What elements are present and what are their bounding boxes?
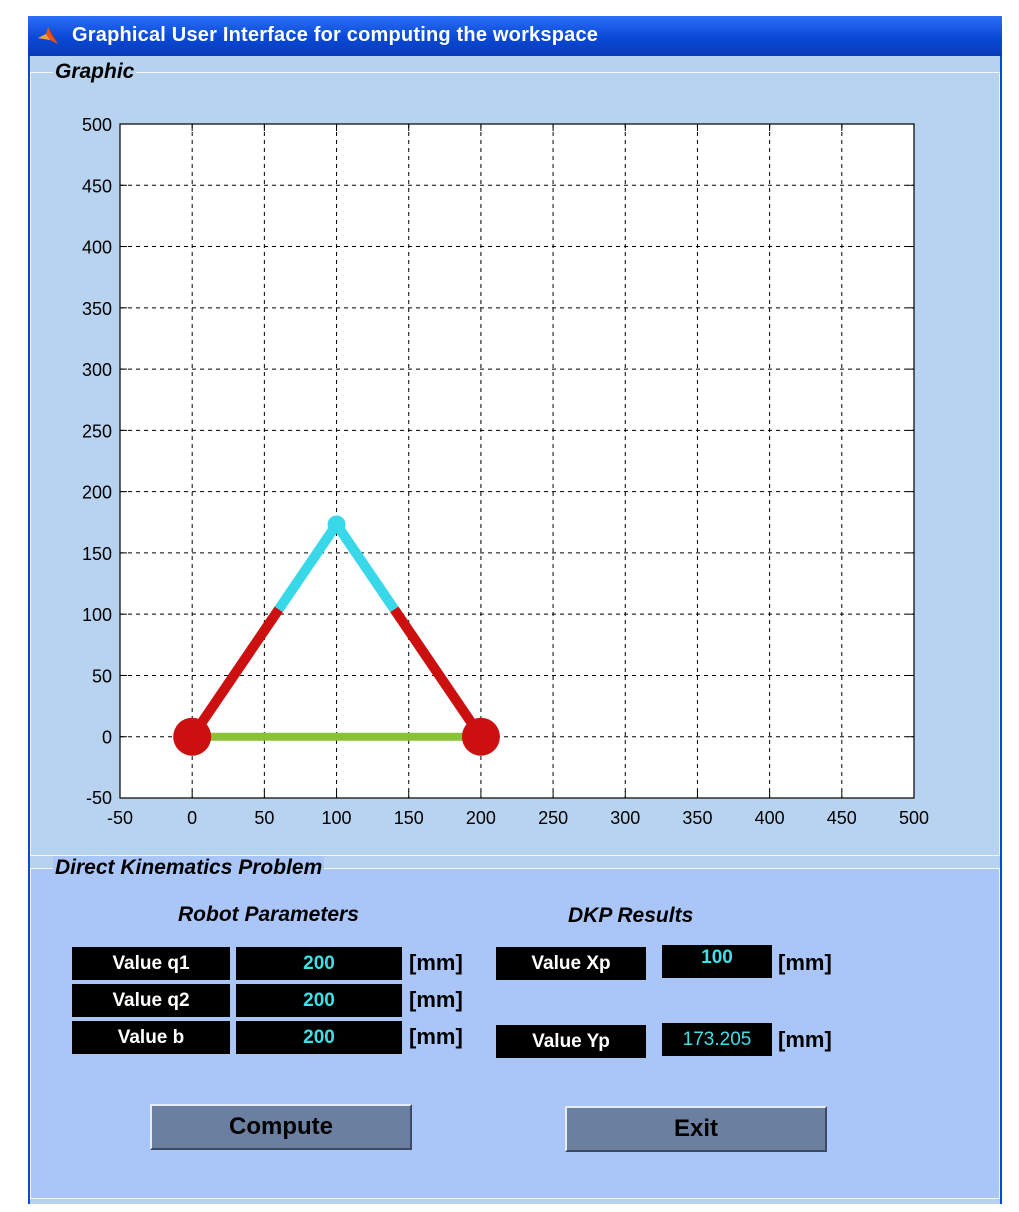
x-tick-label: 450 — [827, 808, 857, 828]
x-tick-label: 150 — [394, 808, 424, 828]
b-unit: [mm] — [409, 1024, 463, 1049]
x-tick-label: 50 — [254, 808, 274, 828]
x-tick-label: 300 — [610, 808, 640, 828]
x-tick-label: 500 — [899, 808, 929, 828]
x-tick-label: 0 — [187, 808, 197, 828]
y-tick-label: 450 — [82, 176, 112, 196]
y-tick-label: 150 — [82, 544, 112, 564]
q2-unit: [mm] — [409, 987, 463, 1012]
y-tick-label: 100 — [82, 605, 112, 625]
exit-button[interactable]: Exit — [565, 1106, 827, 1152]
dkp-panel-title: Direct Kinematics Problem — [53, 856, 325, 880]
b-label: Value b — [72, 1021, 230, 1054]
q2-input[interactable]: 200 — [236, 984, 402, 1017]
yp-output: 173.205 — [662, 1023, 772, 1056]
x-tick-label: 200 — [466, 808, 496, 828]
y-tick-label: 250 — [82, 421, 112, 441]
y-tick-label: 350 — [82, 299, 112, 319]
x-tick-label: -50 — [107, 808, 133, 828]
y-tick-label: 0 — [102, 728, 112, 748]
x-tick-label: 400 — [755, 808, 785, 828]
dkp-results-heading: DKP Results — [568, 904, 694, 927]
b-input[interactable]: 200 — [236, 1021, 402, 1054]
yp-label: Value Yp — [496, 1025, 646, 1058]
x-tick-label: 250 — [538, 808, 568, 828]
workspace-plot: -50 0 50 100 150 200 250 300 350 400 450 500 -50 0 50 1… — [82, 115, 929, 828]
y-tick-label: 200 — [82, 483, 112, 503]
xp-label: Value Xp — [496, 947, 646, 980]
joint-marker — [327, 515, 346, 534]
joint-marker — [461, 717, 500, 756]
compute-button[interactable]: Compute — [150, 1104, 412, 1150]
q1-unit: [mm] — [409, 950, 463, 975]
y-tick-label: 400 — [82, 238, 112, 258]
x-tick-label: 100 — [322, 808, 352, 828]
xp-output: 100 — [662, 945, 772, 978]
x-tick-label: 350 — [682, 808, 712, 828]
y-tick-label: 300 — [82, 360, 112, 380]
y-tick-label: -50 — [86, 788, 112, 808]
q1-input[interactable]: 200 — [236, 947, 402, 980]
y-tick-label: 500 — [82, 115, 112, 135]
yp-unit: [mm] — [778, 1027, 832, 1052]
plot-area — [120, 124, 914, 798]
joint-marker — [173, 717, 212, 756]
robot-parameters-heading: Robot Parameters — [178, 903, 359, 926]
y-tick-label: 50 — [92, 666, 112, 686]
q2-label: Value q2 — [72, 984, 230, 1017]
xp-unit: [mm] — [778, 950, 832, 975]
q1-label: Value q1 — [72, 947, 230, 980]
